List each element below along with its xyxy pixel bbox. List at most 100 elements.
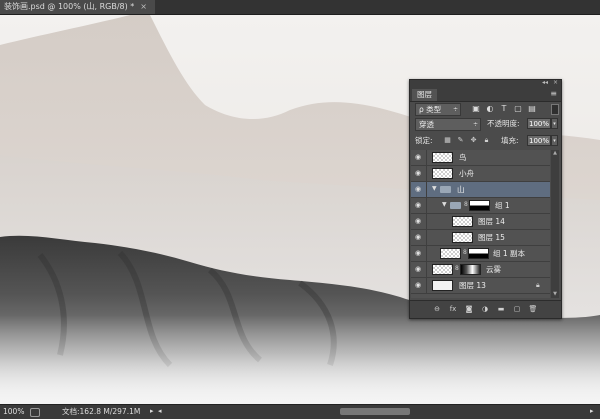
layer-thumbnail bbox=[432, 168, 453, 179]
scroll-right-arrow[interactable]: ▸ bbox=[590, 405, 594, 418]
link-icon[interactable]: 8 bbox=[455, 265, 459, 272]
panel-header: ◂◂ × bbox=[410, 79, 561, 88]
layer-thumbnail bbox=[432, 152, 453, 163]
expand-triangle-icon[interactable]: ▼ bbox=[442, 201, 447, 208]
shape-filter-icon[interactable]: ▢ bbox=[513, 104, 523, 113]
scroll-left-arrow[interactable]: ◂ bbox=[158, 405, 162, 418]
fill-label: 填充: bbox=[501, 136, 519, 145]
close-tab-icon[interactable]: × bbox=[140, 2, 147, 11]
divider bbox=[426, 246, 427, 261]
filter-type-select[interactable]: ρ 类型 ÷ bbox=[415, 103, 461, 116]
layer-name: 小舟 bbox=[459, 169, 474, 178]
blend-row: 穿透 ÷ 不透明度: 100% ▾ bbox=[413, 118, 559, 132]
blend-dropdown-icon: ÷ bbox=[472, 121, 478, 128]
layer-row[interactable]: ◉ 图层 13 🔒︎ bbox=[411, 278, 550, 294]
document-size: 文档:162.8 M/297.1M bbox=[62, 407, 141, 416]
eye-icon[interactable]: ◉ bbox=[415, 282, 423, 289]
tab-layers[interactable]: 图层 bbox=[412, 89, 437, 101]
zoom-level[interactable]: 100% bbox=[3, 405, 24, 418]
status-menu-arrow[interactable]: ▸ bbox=[150, 405, 154, 418]
layer-row[interactable]: ◉ 8 组 1 副本 bbox=[411, 246, 550, 262]
filter-dropdown-icon: ÷ bbox=[452, 106, 458, 113]
layer-lock-icon: 🔒︎ bbox=[536, 281, 540, 289]
opacity-input[interactable]: 100% bbox=[527, 118, 551, 129]
document-tab-bar: 装饰画.psd @ 100% (山, RGB/8) * × bbox=[0, 0, 600, 15]
lock-position-icon[interactable]: ✥ bbox=[469, 136, 478, 145]
link-icon[interactable]: 8 bbox=[464, 201, 468, 208]
opacity-dropdown[interactable]: ▾ bbox=[551, 118, 558, 129]
filter-type-value: ρ 类型 bbox=[419, 105, 442, 114]
layer-row[interactable]: ◉ 8 云雾 bbox=[411, 262, 550, 278]
eye-icon[interactable]: ◉ bbox=[415, 170, 423, 177]
layer-thumbnail bbox=[432, 264, 453, 275]
fill-dropdown[interactable]: ▾ bbox=[551, 135, 558, 146]
filter-toggle[interactable] bbox=[551, 104, 559, 115]
layer-thumbnail bbox=[440, 248, 461, 259]
collapse-icon[interactable]: ◂◂ bbox=[542, 79, 548, 86]
lock-label: 锁定: bbox=[415, 136, 433, 145]
eye-icon[interactable]: ◉ bbox=[415, 266, 423, 273]
panel-tabs: 图层 ≡ bbox=[410, 88, 561, 102]
layers-panel: ◂◂ × 图层 ≡ ρ 类型 ÷ ▣ ◐ T ▢ ▤ 穿透 ÷ 不透明度: 10… bbox=[409, 79, 562, 319]
layer-row[interactable]: ◉ 鸟 bbox=[411, 150, 550, 166]
link-icon[interactable]: 8 bbox=[463, 249, 467, 256]
group-mask-thumbnail bbox=[469, 200, 490, 211]
divider bbox=[426, 214, 427, 229]
document-tab-title: 装饰画.psd @ 100% (山, RGB/8) * bbox=[4, 2, 135, 11]
new-layer-icon[interactable]: ▢ bbox=[512, 305, 522, 314]
layer-list: ◉ 鸟 ◉ 小舟 ◉ ▼ 山 ◉ ▼ 8 组 1 ◉ 图层 14 ◉ 图层 15… bbox=[411, 150, 550, 298]
layer-name: 组 1 bbox=[495, 201, 510, 210]
layers-scrollbar[interactable]: ▲ ▼ bbox=[551, 150, 559, 298]
new-group-icon[interactable]: ▬ bbox=[496, 305, 506, 314]
horizontal-scrollbar[interactable] bbox=[340, 408, 410, 415]
eye-icon[interactable]: ◉ bbox=[415, 234, 423, 241]
blend-mode-select[interactable]: 穿透 ÷ bbox=[415, 118, 481, 131]
scroll-up-icon[interactable]: ▲ bbox=[551, 150, 559, 157]
image-filter-icon[interactable]: ▣ bbox=[471, 104, 481, 113]
divider bbox=[426, 166, 427, 181]
layer-row[interactable]: ◉ 图层 15 bbox=[411, 230, 550, 246]
divider bbox=[426, 262, 427, 277]
divider bbox=[426, 150, 427, 165]
layer-row[interactable]: ◉ ▼ 8 组 1 bbox=[411, 198, 550, 214]
layer-name: 山 bbox=[457, 185, 465, 194]
eye-icon[interactable]: ◉ bbox=[415, 186, 423, 193]
adjustment-layer-icon[interactable]: ◑ bbox=[480, 305, 490, 314]
panel-menu-icon[interactable]: ≡ bbox=[550, 89, 557, 98]
layer-name: 图层 15 bbox=[478, 233, 505, 242]
divider bbox=[426, 278, 427, 293]
adjustment-filter-icon[interactable]: ◐ bbox=[485, 104, 495, 113]
layer-thumbnail bbox=[452, 216, 473, 227]
delete-layer-icon[interactable]: 🗑︎ bbox=[528, 305, 538, 314]
eye-icon[interactable]: ◉ bbox=[415, 154, 423, 161]
document-tab[interactable]: 装饰画.psd @ 100% (山, RGB/8) * × bbox=[0, 0, 155, 14]
lock-all-icon[interactable]: 🔒︎ bbox=[482, 136, 491, 145]
smart-object-filter-icon[interactable]: ▤ bbox=[527, 104, 537, 113]
eye-icon[interactable]: ◉ bbox=[415, 250, 423, 257]
lock-transparency-icon[interactable]: ▦ bbox=[443, 136, 452, 145]
close-panel-icon[interactable]: × bbox=[553, 79, 558, 86]
layer-name: 鸟 bbox=[459, 153, 467, 162]
fx-icon[interactable]: fx bbox=[448, 305, 458, 314]
expand-triangle-icon[interactable]: ▼ bbox=[432, 185, 437, 192]
lock-pixels-icon[interactable]: ✎ bbox=[456, 136, 465, 145]
layer-row[interactable]: ◉ 小舟 bbox=[411, 166, 550, 182]
layer-mask-thumbnail bbox=[460, 264, 481, 275]
fill-input[interactable]: 100% bbox=[527, 135, 551, 146]
folder-icon bbox=[450, 202, 461, 209]
add-mask-icon[interactable]: ◙ bbox=[464, 305, 474, 314]
layer-name: 组 1 副本 bbox=[493, 249, 526, 258]
preview-icon[interactable] bbox=[30, 408, 40, 417]
layer-mask-thumbnail bbox=[468, 248, 489, 259]
layer-name: 图层 14 bbox=[478, 217, 505, 226]
eye-icon[interactable]: ◉ bbox=[415, 202, 423, 209]
eye-icon[interactable]: ◉ bbox=[415, 218, 423, 225]
divider bbox=[426, 182, 427, 197]
blend-mode-value: 穿透 bbox=[419, 120, 434, 129]
layer-row-selected[interactable]: ◉ ▼ 山 bbox=[411, 182, 550, 198]
type-filter-icon[interactable]: T bbox=[499, 104, 509, 113]
link-layers-icon[interactable]: ⊖ bbox=[432, 305, 442, 314]
scroll-down-icon[interactable]: ▼ bbox=[551, 291, 559, 298]
layer-row[interactable]: ◉ 图层 14 bbox=[411, 214, 550, 230]
layer-thumbnail bbox=[432, 280, 453, 291]
